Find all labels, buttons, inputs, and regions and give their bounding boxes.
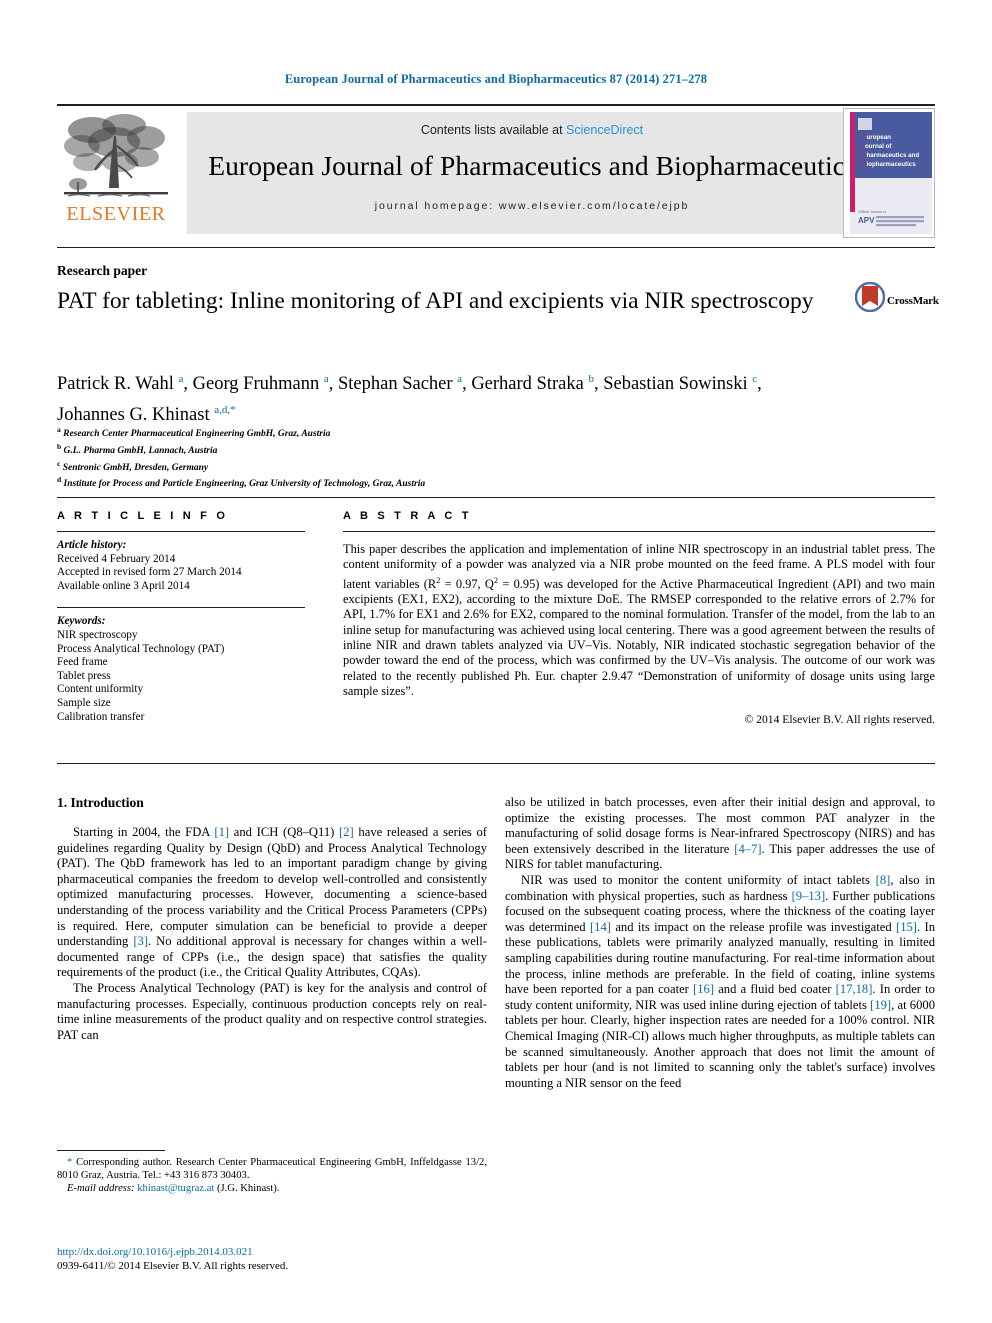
journal-homepage-line[interactable]: journal homepage: www.elsevier.com/locat… xyxy=(187,200,877,212)
page-title: PAT for tableting: Inline monitoring of … xyxy=(57,288,814,314)
email-link[interactable]: khinast@tugraz.at xyxy=(137,1183,214,1194)
article-info-column: A R T I C L E I N F O Article history: R… xyxy=(57,510,305,724)
author-list: Patrick R. Wahl a, Georg Fruhmann a, Ste… xyxy=(57,366,937,428)
keywords-rule xyxy=(57,607,305,609)
svg-text:j: j xyxy=(861,143,864,150)
journal-cover-image: e uropean j ournal of p harmaceutics and bi… xyxy=(844,109,934,237)
email-suffix: (J.G. Khinast). xyxy=(214,1183,280,1194)
svg-text:p: p xyxy=(862,152,866,159)
journal-cover-thumbnail[interactable]: e uropean j ournal of p harmaceutics and bi… xyxy=(843,108,935,238)
keyword-item: Content uniformity xyxy=(57,683,144,696)
affiliation-item: d Institute for Process and Particle Eng… xyxy=(57,475,426,490)
journal-banner: Contents lists available at ScienceDirec… xyxy=(187,112,877,234)
article-history-item: Received 4 February 2014 xyxy=(57,552,176,565)
elsevier-wordmark: ELSEVIER xyxy=(66,203,166,225)
affiliation-item: a Research Center Pharmaceutical Enginee… xyxy=(57,425,331,440)
abstract-copyright: © 2014 Elsevier B.V. All rights reserved… xyxy=(744,713,935,727)
body-paragraph: NIR was used to monitor the content unif… xyxy=(505,872,936,1090)
svg-text:iopharmaceutics: iopharmaceutics xyxy=(867,161,917,168)
masthead-bottom-rule xyxy=(57,247,935,248)
article-history-label: Article history: xyxy=(57,539,127,551)
doi-link[interactable]: http://dx.doi.org/10.1016/j.ejpb.2014.03… xyxy=(57,1246,487,1260)
crossmark-label: CrossMark xyxy=(887,295,939,307)
article-type-label: Research paper xyxy=(57,263,148,278)
body-paragraph: Starting in 2004, the FDA [1] and ICH (Q… xyxy=(57,825,487,980)
svg-text:e: e xyxy=(862,134,866,141)
body-column-right: also be utilized in batch processes, eve… xyxy=(505,795,935,1091)
crossmark-badge[interactable]: CrossMark xyxy=(854,281,939,324)
svg-text:Official Journal of: Official Journal of xyxy=(858,210,886,214)
elsevier-tree-icon xyxy=(64,114,168,197)
article-history-block: Article history: Received 4 February 201… xyxy=(57,539,305,593)
svg-text:ournal of: ournal of xyxy=(865,143,892,150)
crossmark-icon xyxy=(854,281,886,313)
body-column-left: 1. Introduction Starting in 2004, the FD… xyxy=(57,795,487,1043)
abstract-text: This paper describes the application and… xyxy=(343,542,935,698)
sciencedirect-link[interactable]: ScienceDirect xyxy=(566,123,643,137)
keyword-item: Process Analytical Technology (PAT) xyxy=(57,642,225,655)
svg-text:b: b xyxy=(862,161,866,168)
affiliation-item: c Sentronic GmbH, Dresden, Germany xyxy=(57,458,209,473)
elsevier-logo: ELSEVIER xyxy=(57,112,175,234)
article-info-heading: A R T I C L E I N F O xyxy=(57,510,229,522)
article-info-top-rule xyxy=(57,497,935,498)
keywords-block: Keywords: NIR spectroscopy Process Analy… xyxy=(57,615,305,724)
email-note: E-mail address: khinast@tugraz.at (J.G. … xyxy=(57,1182,487,1195)
body-paragraph: also be utilized in batch processes, eve… xyxy=(505,795,935,872)
affiliation-item: b G.L. Pharma GmbH, Lannach, Austria xyxy=(57,441,218,456)
abstract-heading: A B S T R A C T xyxy=(343,510,472,522)
section-heading-introduction: 1. Introduction xyxy=(57,795,144,810)
article-history-item: Available online 3 April 2014 xyxy=(57,579,190,592)
issn-copyright-line: 0939-6411/© 2014 Elsevier B.V. All right… xyxy=(57,1259,289,1272)
corresponding-author-note: * Corresponding author. Research Center … xyxy=(57,1157,487,1181)
svg-text:APV: APV xyxy=(858,216,875,225)
affiliation-list: a Research Center Pharmaceutical Enginee… xyxy=(57,424,657,491)
contents-prefix-text: Contents lists available at xyxy=(420,123,567,137)
abstract-column: A B S T R A C T This paper describes the… xyxy=(343,510,935,726)
running-head: European Journal of Pharmaceutics and Bi… xyxy=(284,72,708,86)
article-info-rule xyxy=(57,531,305,532)
article-info-bottom-rule xyxy=(57,763,935,764)
abstract-rule xyxy=(343,531,935,532)
keywords-label: Keywords: xyxy=(57,615,106,628)
journal-title: European Journal of Pharmaceutics and Bi… xyxy=(208,150,856,181)
footnote-rule xyxy=(57,1150,165,1151)
footnote-area: * Corresponding author. Research Center … xyxy=(57,1150,487,1195)
journal-article-page: European Journal of Pharmaceutics and Bi… xyxy=(0,0,992,1323)
body-paragraph: The Process Analytical Technology (PAT) … xyxy=(57,980,487,1042)
svg-text:harmaceutics and: harmaceutics and xyxy=(867,152,920,159)
imprint-block: http://dx.doi.org/10.1016/j.ejpb.2014.03… xyxy=(57,1246,487,1273)
svg-text:uropean: uropean xyxy=(867,134,892,141)
email-label: E-mail address: xyxy=(67,1183,135,1194)
keyword-item: Calibration transfer xyxy=(57,710,145,723)
keyword-item: Sample size xyxy=(57,696,111,709)
author-line-1: Patrick R. Wahl a, Georg Fruhmann a, Ste… xyxy=(57,373,762,395)
keyword-item: Feed frame xyxy=(57,656,108,669)
article-history-item: Accepted in revised form 27 March 2014 xyxy=(57,566,242,579)
journal-masthead: ELSEVIER Contents lists available at Sci… xyxy=(57,104,935,238)
keyword-item: Tablet press xyxy=(57,669,111,682)
keyword-item: NIR spectroscopy xyxy=(57,628,138,641)
contents-list-line: Contents lists available at ScienceDirec… xyxy=(187,112,877,137)
